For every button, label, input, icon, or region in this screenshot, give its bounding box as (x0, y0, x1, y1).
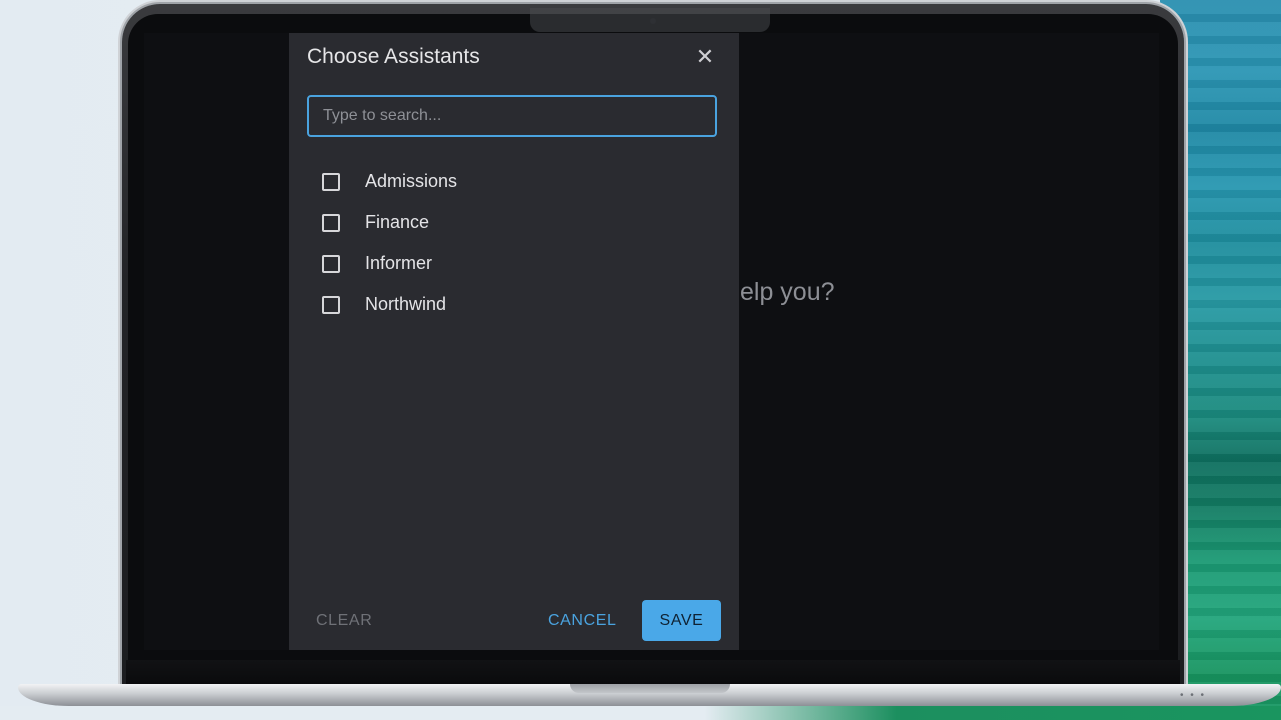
item-label: Informer (365, 253, 433, 273)
search-field[interactable] (307, 95, 717, 137)
choose-assistants-dialog: Choose Assistants ✕ Admissions Finance I… (289, 33, 739, 650)
clear-button[interactable]: CLEAR (316, 612, 372, 630)
item-label: Admissions (365, 171, 458, 191)
dialog-title: Choose Assistants (307, 45, 480, 68)
checkbox-icon[interactable] (322, 254, 340, 273)
close-icon: ✕ (695, 44, 715, 69)
laptop-vents: • • • (1180, 690, 1207, 701)
background-prompt-text: elp you? (740, 278, 835, 306)
laptop-opening-notch (570, 684, 730, 693)
close-button[interactable]: ✕ (691, 43, 719, 71)
backdrop-bottom-strip (0, 706, 1281, 720)
app-screen: elp you? Choose Assistants ✕ Admissions … (144, 33, 1159, 650)
list-item-informer[interactable]: Informer (322, 243, 457, 284)
camera-icon (650, 18, 656, 24)
assistant-list: Admissions Finance Informer Northwind (322, 161, 457, 325)
list-item-finance[interactable]: Finance (322, 202, 457, 243)
cancel-button[interactable]: CANCEL (548, 612, 617, 630)
checkbox-icon[interactable] (322, 295, 340, 314)
item-label: Northwind (365, 294, 447, 314)
list-item-admissions[interactable]: Admissions (322, 161, 457, 202)
laptop-hinge (126, 660, 1180, 686)
item-label: Finance (365, 212, 430, 232)
dialog-footer: CLEAR CANCEL SAVE (289, 600, 739, 642)
list-item-northwind[interactable]: Northwind (322, 284, 457, 325)
checkbox-icon[interactable] (322, 213, 340, 232)
save-button[interactable]: SAVE (642, 600, 721, 641)
search-input[interactable] (309, 97, 715, 135)
checkbox-icon[interactable] (322, 172, 340, 191)
